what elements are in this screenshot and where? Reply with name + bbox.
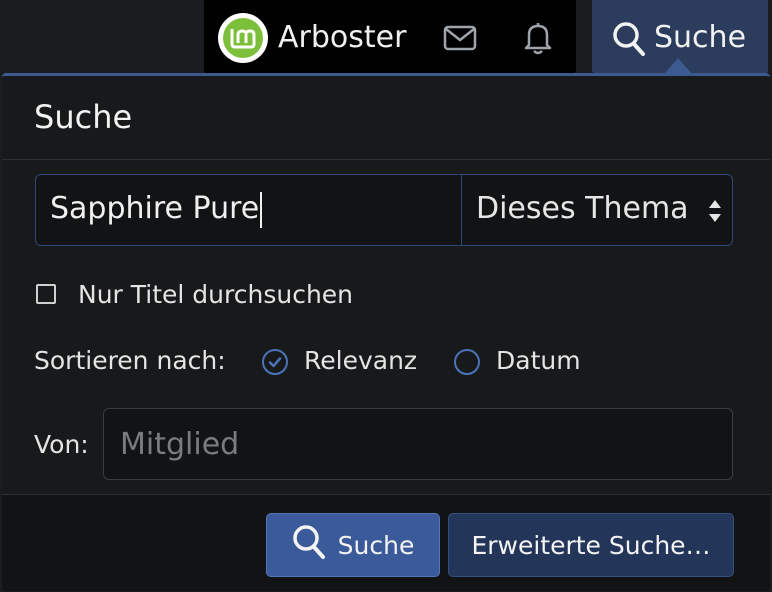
title-only-label[interactable]: Nur Titel durchsuchen: [78, 280, 353, 309]
search-icon: [292, 524, 326, 566]
search-icon: [612, 21, 646, 61]
text-cursor: [260, 191, 263, 228]
member-field[interactable]: [103, 408, 733, 480]
sort-date-label[interactable]: Datum: [496, 346, 581, 375]
sort-by-label: Sortieren nach:: [34, 346, 226, 375]
search-menu-header: Suche: [2, 76, 770, 160]
advanced-search-button[interactable]: Erweiterte Suche…: [448, 513, 734, 577]
search-input[interactable]: Sapphire Pure: [36, 175, 462, 245]
search-button-label: Suche: [337, 530, 415, 560]
search-menu-title: Suche: [34, 98, 133, 136]
sort-relevance-label[interactable]: Relevanz: [304, 346, 417, 375]
search-scope-select[interactable]: Dieses Thema: [462, 175, 732, 245]
linux-mint-logo-icon: [223, 18, 263, 58]
member-input[interactable]: [118, 423, 712, 465]
search-scope-value: Dieses Thema: [476, 191, 689, 226]
from-member-label: Von:: [34, 430, 89, 459]
sort-relevance-radio[interactable]: [262, 349, 288, 375]
avatar[interactable]: [218, 13, 268, 63]
select-arrows-icon: [708, 197, 722, 225]
username-link[interactable]: Arboster: [278, 18, 406, 58]
sort-date-radio[interactable]: [454, 349, 480, 375]
search-input-value: Sapphire Pure: [50, 191, 263, 228]
search-button[interactable]: Suche: [266, 513, 440, 577]
search-menu: Suche Sapphire Pure Dieses Thema Nur Tit…: [2, 73, 770, 591]
bell-icon[interactable]: [520, 20, 556, 56]
checkmark-icon: [268, 357, 282, 368]
envelope-icon[interactable]: [442, 20, 478, 56]
search-menu-footer: Suche Erweiterte Suche…: [2, 494, 770, 591]
title-only-checkbox[interactable]: [36, 284, 56, 304]
search-query-row: Sapphire Pure Dieses Thema: [35, 174, 733, 246]
search-menu-caret: [664, 58, 692, 74]
search-tab-label: Suche: [654, 20, 747, 55]
